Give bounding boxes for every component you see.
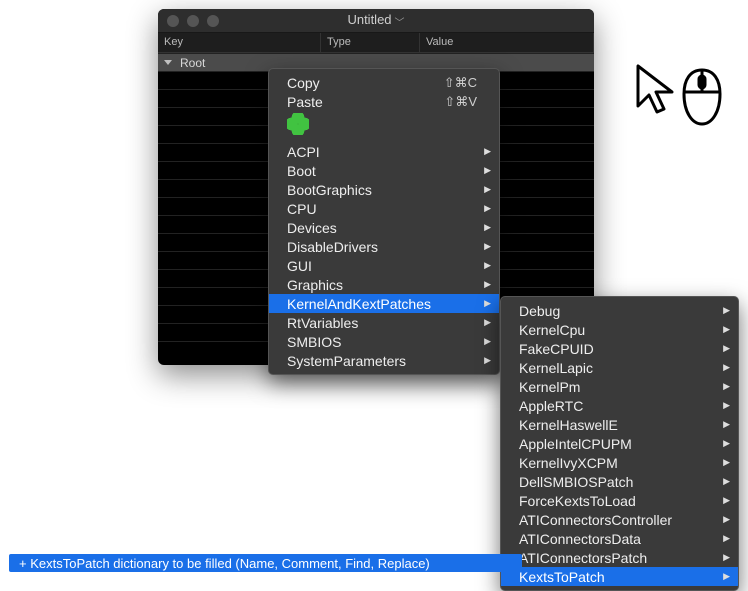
menu-item-acpi[interactable]: ACPI (269, 142, 499, 161)
menu-label: SMBIOS (287, 334, 341, 350)
menu-label: GUI (287, 258, 312, 274)
menu-shortcut: ⇧⌘V (444, 94, 477, 110)
submenu-item-kernelivyxcpm[interactable]: KernelIvyXCPM (501, 453, 738, 472)
menu-label: AppleIntelCPUPM (519, 436, 632, 452)
menu-label: CPU (287, 201, 317, 217)
menu-label: KernelCpu (519, 322, 585, 338)
window-title: Untitled﹀ (158, 12, 594, 28)
menu-label: KernelHaswellE (519, 417, 618, 433)
menu-item-gui[interactable]: GUI (269, 256, 499, 275)
menu-label: Graphics (287, 277, 343, 293)
menu-item-smbios[interactable]: SMBIOS (269, 332, 499, 351)
menu-label: KernelLapic (519, 360, 593, 376)
submenu-item-kernelpm[interactable]: KernelPm (501, 377, 738, 396)
menu-label: Debug (519, 303, 560, 319)
submenu-item-aticonnectorspatch[interactable]: ATIConnectorsPatch (501, 548, 738, 567)
column-header-value[interactable]: Value (420, 33, 594, 52)
submenu-item-dellsmbiospatch[interactable]: DellSMBIOSPatch (501, 472, 738, 491)
menu-label: Copy (287, 75, 320, 91)
menu-label: SystemParameters (287, 353, 406, 369)
menu-item-disabledrivers[interactable]: DisableDrivers (269, 237, 499, 256)
menu-label: AppleRTC (519, 398, 583, 414)
menu-item-graphics[interactable]: Graphics (269, 275, 499, 294)
menu-label: FakeCPUID (519, 341, 594, 357)
menu-label: Paste (287, 94, 323, 110)
menu-item-kernelandkextpatches[interactable]: KernelAndKextPatches (269, 294, 499, 313)
menu-item-systemparameters[interactable]: SystemParameters (269, 351, 499, 370)
menu-shortcut: ⇧⌘C (444, 75, 477, 91)
menu-item-devices[interactable]: Devices (269, 218, 499, 237)
column-headers: Key Type Value (158, 33, 594, 53)
menu-item-boot[interactable]: Boot (269, 161, 499, 180)
submenu-item-kernelhaswelle[interactable]: KernelHaswellE (501, 415, 738, 434)
menu-label: ATIConnectorsController (519, 512, 672, 528)
submenu-item-applertc[interactable]: AppleRTC (501, 396, 738, 415)
menu-label: RtVariables (287, 315, 358, 331)
titlebar: Untitled﹀ (158, 9, 594, 33)
submenu-item-debug[interactable]: Debug (501, 301, 738, 320)
menu-label: Devices (287, 220, 337, 236)
submenu-item-aticonnectorsdata[interactable]: ATIConnectorsData (501, 529, 738, 548)
menu-item-cpu[interactable]: CPU (269, 199, 499, 218)
menu-item-bootgraphics[interactable]: BootGraphics (269, 180, 499, 199)
submenu-item-aticonnectorscontroller[interactable]: ATIConnectorsController (501, 510, 738, 529)
submenu-item-appleintelcpupm[interactable]: AppleIntelCPUPM (501, 434, 738, 453)
menu-label: ACPI (287, 144, 320, 160)
menu-label: ForceKextsToLoad (519, 493, 636, 509)
clover-row (269, 111, 499, 142)
submenu-item-fakecpuid[interactable]: FakeCPUID (501, 339, 738, 358)
menu-item-paste[interactable]: Paste ⇧⌘V (269, 92, 499, 111)
menu-label: Boot (287, 163, 316, 179)
status-text: + KextsToPatch dictionary to be filled (… (19, 556, 430, 571)
submenu-item-forcekextstoload[interactable]: ForceKextsToLoad (501, 491, 738, 510)
menu-item-copy[interactable]: Copy ⇧⌘C (269, 73, 499, 92)
column-header-key[interactable]: Key (158, 33, 321, 52)
cursor-mouse-icon (632, 62, 728, 130)
chevron-down-icon: ﹀ (395, 18, 405, 29)
menu-item-rtvariables[interactable]: RtVariables (269, 313, 499, 332)
menu-label: KernelPm (519, 379, 580, 395)
disclosure-triangle-icon[interactable] (164, 60, 172, 65)
status-bar: + KextsToPatch dictionary to be filled (… (9, 554, 522, 572)
menu-label: KernelAndKextPatches (287, 296, 431, 312)
context-menu: Copy ⇧⌘C Paste ⇧⌘V ACPI Boot BootGraphic… (268, 68, 500, 375)
column-header-type[interactable]: Type (321, 33, 420, 52)
menu-label: ATIConnectorsPatch (519, 550, 647, 566)
menu-label: ATIConnectorsData (519, 531, 641, 547)
menu-label: KextsToPatch (519, 569, 605, 585)
context-submenu: Debug KernelCpu FakeCPUID KernelLapic Ke… (500, 296, 739, 591)
menu-label: BootGraphics (287, 182, 372, 198)
submenu-item-kernelcpu[interactable]: KernelCpu (501, 320, 738, 339)
menu-label: DellSMBIOSPatch (519, 474, 633, 490)
clover-icon (287, 113, 309, 135)
menu-label: DisableDrivers (287, 239, 378, 255)
submenu-item-kextstopatch[interactable]: KextsToPatch (501, 567, 738, 586)
submenu-item-kernellapic[interactable]: KernelLapic (501, 358, 738, 377)
menu-label: KernelIvyXCPM (519, 455, 618, 471)
